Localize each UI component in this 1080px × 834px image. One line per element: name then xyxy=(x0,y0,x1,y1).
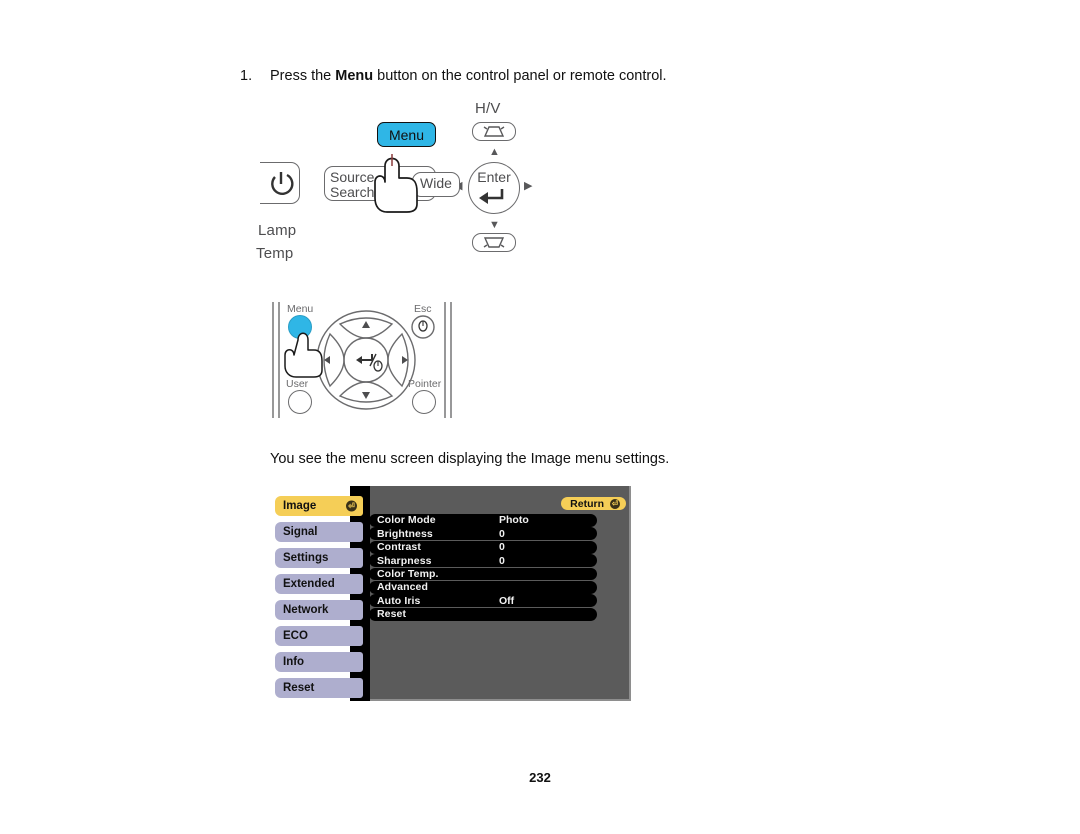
step-bold-word: Menu xyxy=(335,68,374,84)
menu-button-control-panel[interactable]: Menu xyxy=(377,122,436,147)
osd-tab-info[interactable]: Info xyxy=(275,652,363,672)
osd-item-value: 0 xyxy=(499,541,505,554)
osd-tab-label: Settings xyxy=(283,552,329,564)
remote-user-button[interactable] xyxy=(288,390,312,414)
osd-tab-extended[interactable]: Extended xyxy=(275,574,363,594)
remote-pointer-label: Pointer xyxy=(408,378,442,390)
osd-item-name: Color Temp. xyxy=(377,567,439,580)
osd-tab-label: Extended xyxy=(283,578,335,590)
enter-circle-icon: ⏎ xyxy=(610,498,620,509)
osd-tab-label: Signal xyxy=(283,526,318,538)
osd-menu-screenshot: Image ⏎ Signal Settings Extended Network… xyxy=(275,486,631,704)
osd-item-name: Contrast xyxy=(377,541,421,554)
temp-indicator-label: Temp xyxy=(256,245,294,262)
osd-item-name: Brightness xyxy=(377,527,433,540)
arrow-right-icon: ▶ xyxy=(524,180,533,192)
osd-item-value: Photo xyxy=(499,514,529,527)
step-text-before: Press the xyxy=(270,68,336,84)
osd-return-badge[interactable]: Return ⏎ xyxy=(561,497,626,510)
osd-tab-signal[interactable]: Signal xyxy=(275,522,363,542)
osd-item-name: Auto Iris xyxy=(377,594,421,607)
osd-return-label: Return xyxy=(570,497,604,510)
result-paragraph: You see the menu screen displaying the I… xyxy=(270,451,670,467)
osd-tab-label: Reset xyxy=(283,682,315,694)
step-text-after: button on the control panel or remote co… xyxy=(373,68,667,84)
arrow-down-icon: ▼ xyxy=(489,219,500,231)
osd-item-name: Color Mode xyxy=(377,514,436,527)
osd-item-reset[interactable]: Reset xyxy=(369,607,597,621)
osd-item-value: Off xyxy=(499,594,515,607)
keystone-up-icon xyxy=(483,126,505,137)
osd-item-name: Sharpness xyxy=(377,554,432,567)
enter-button-label: Enter xyxy=(477,169,511,185)
osd-item-list: Color Mode Photo Brightness 0 Contrast 0… xyxy=(369,514,597,621)
osd-item-name: Reset xyxy=(377,608,407,621)
control-panel-illustration: H/V ▲ Enter ◀ ▶ ▼ Source Search Wide xyxy=(256,100,552,275)
power-icon xyxy=(271,172,294,196)
page-number: 232 xyxy=(529,770,551,785)
osd-item-brightness[interactable]: Brightness 0 xyxy=(369,527,597,541)
step-text: Press the Menu button on the control pan… xyxy=(270,68,667,84)
remote-control-illustration: Menu Esc User Pointer xyxy=(268,300,468,420)
enter-circle-icon: ⏎ xyxy=(346,500,357,512)
remote-pointing-hand-icon xyxy=(284,332,323,378)
osd-item-name: Advanced xyxy=(377,581,428,594)
osd-item-advanced[interactable]: Advanced xyxy=(369,580,597,594)
osd-tab-image[interactable]: Image ⏎ xyxy=(275,496,363,516)
arrow-up-icon: ▲ xyxy=(489,146,500,158)
osd-tab-label: Network xyxy=(283,604,329,616)
osd-item-value: 0 xyxy=(499,554,505,567)
osd-item-contrast[interactable]: Contrast 0 xyxy=(369,540,597,554)
pointing-hand-icon xyxy=(374,154,418,213)
osd-item-sharpness[interactable]: Sharpness 0 xyxy=(369,554,597,567)
osd-tab-eco[interactable]: ECO xyxy=(275,626,363,646)
osd-tab-label: Image xyxy=(283,500,317,512)
osd-tab-list: Image ⏎ Signal Settings Extended Network… xyxy=(275,496,363,704)
osd-tab-network[interactable]: Network xyxy=(275,600,363,620)
menu-button-label: Menu xyxy=(388,126,425,143)
keystone-down-icon xyxy=(483,237,505,248)
enter-arrow-icon xyxy=(479,189,504,204)
osd-item-color-mode[interactable]: Color Mode Photo xyxy=(369,514,597,527)
osd-tab-settings[interactable]: Settings xyxy=(275,548,363,568)
osd-tab-label: Info xyxy=(283,656,305,668)
remote-esc-button[interactable] xyxy=(410,314,436,340)
remote-pointer-button[interactable] xyxy=(412,390,436,414)
osd-item-color-temp[interactable]: Color Temp. xyxy=(369,567,597,581)
keystone-label: H/V xyxy=(475,100,501,117)
step-number: 1. xyxy=(240,68,253,84)
osd-tab-reset[interactable]: Reset xyxy=(275,678,363,698)
step-instruction: 1. Press the Menu button on the control … xyxy=(240,68,667,84)
osd-item-value: 0 xyxy=(499,527,505,540)
osd-tab-label: ECO xyxy=(283,630,308,642)
remote-menu-label: Menu xyxy=(287,303,314,315)
osd-item-auto-iris[interactable]: Auto Iris Off xyxy=(369,594,597,608)
lamp-indicator-label: Lamp xyxy=(258,222,297,239)
